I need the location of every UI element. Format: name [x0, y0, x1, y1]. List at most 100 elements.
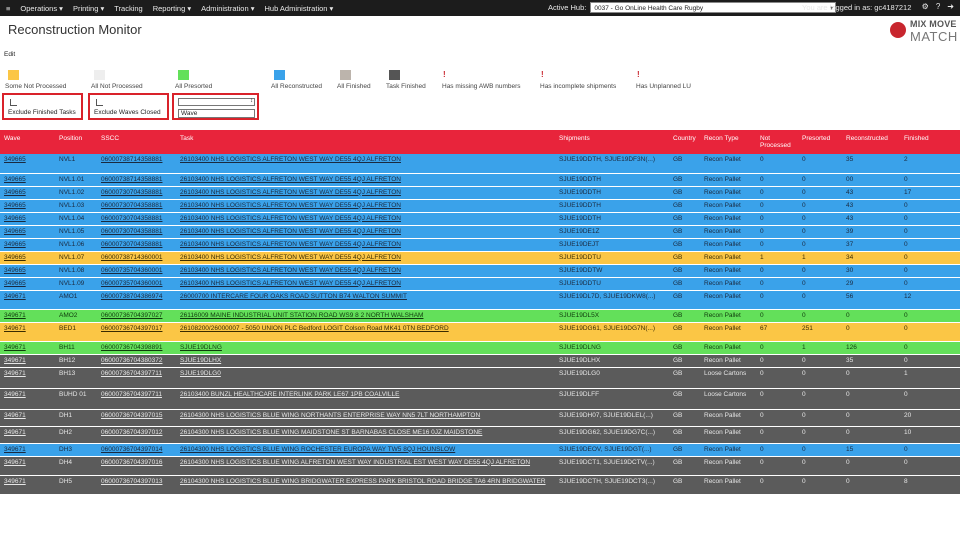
table-cell[interactable]: 06000736704397016 [97, 456, 176, 476]
table-row[interactable]: 349671 DH1 06000736704397015 26104300 NHS L… [0, 409, 960, 427]
column-header[interactable]: Presorted [798, 130, 842, 154]
table-cell[interactable]: 26108200/26000007 - 5050 UNION PLC Bedfo… [176, 322, 555, 342]
table-cell[interactable]: 26104300 NHS LOGISTICS BLUE WING ALFRETO… [176, 456, 555, 476]
exclude-finished-tasks-checkbox[interactable] [10, 99, 17, 106]
table-cell[interactable]: 349665 [0, 186, 55, 200]
table-cell[interactable]: 06000730704358881 [97, 212, 176, 226]
table-cell[interactable]: 349671 [0, 456, 55, 476]
column-header[interactable]: Shipments [555, 130, 669, 154]
table-cell[interactable]: 06000736704398891 [97, 341, 176, 355]
table-cell[interactable]: 349671 [0, 290, 55, 310]
table-cell[interactable]: 26103400 NHS LOGISTICS ALFRETON WEST WAY… [176, 186, 555, 200]
table-cell[interactable]: 06000738714358881 [97, 154, 176, 174]
table-row[interactable]: 349665 NVL1.09 06000735704360001 26103400 N… [0, 277, 960, 291]
table-cell[interactable]: 06000735704360001 [97, 277, 176, 291]
table-row[interactable]: 349665 NVL1.05 06000730704358881 26103400 N… [0, 225, 960, 239]
table-cell[interactable]: SJUE19DLHX [176, 354, 555, 368]
table-cell[interactable]: 26103400 NHS LOGISTICS ALFRETON WEST WAY… [176, 238, 555, 252]
column-header[interactable]: Task [176, 130, 555, 154]
table-row[interactable]: 349671 BED1 06000736704397017 26108200/2600… [0, 322, 960, 342]
table-cell[interactable]: 349671 [0, 354, 55, 368]
table-cell[interactable]: 06000736704397015 [97, 409, 176, 427]
table-cell[interactable]: 06000736704397014 [97, 443, 176, 457]
table-cell[interactable]: 06000730704358881 [97, 199, 176, 213]
table-cell[interactable]: 06000736704397711 [97, 367, 176, 389]
table-cell[interactable]: 349665 [0, 238, 55, 252]
table-cell[interactable]: 06000736704397017 [97, 322, 176, 342]
table-cell[interactable]: 26000700 INTERCARE FOUR OAKS ROAD SUTTON… [176, 290, 555, 310]
active-hub-select[interactable]: 0037 - Go OnLine Health Care Rugby [590, 2, 837, 14]
table-cell[interactable]: 26104300 NHS LOGISTICS BLUE WING NORTHAN… [176, 409, 555, 427]
table-cell[interactable]: 26104300 NHS LOGISTICS BLUE WING BRIDGWA… [176, 475, 555, 495]
help-icon[interactable]: ? [936, 2, 940, 11]
table-cell[interactable]: 349665 [0, 199, 55, 213]
table-row[interactable]: 349671 DH3 06000736704397014 26104300 NHS L… [0, 443, 960, 457]
table-cell[interactable]: 26103400 NHS LOGISTICS ALFRETON WEST WAY… [176, 199, 555, 213]
wave-select[interactable] [178, 98, 255, 106]
table-cell[interactable]: 06000736704397012 [97, 426, 176, 444]
table-row[interactable]: 349665 NVL1.07 06000738714360001 26103400 N… [0, 251, 960, 265]
table-row[interactable]: 349665 NVL1.03 06000730704358881 26103400 N… [0, 199, 960, 213]
table-cell[interactable]: 26104300 NHS LOGISTICS BLUE WING ROCHEST… [176, 443, 555, 457]
table-cell[interactable]: 06000730704358881 [97, 186, 176, 200]
table-cell[interactable]: 349671 [0, 409, 55, 427]
table-row[interactable]: 349665 NVL1.08 06000735704360001 26103400 N… [0, 264, 960, 278]
table-cell[interactable]: 06000738714358881 [97, 173, 176, 187]
table-cell[interactable]: 26103400 BUNZL HEALTHCARE INTERLINK PARK… [176, 388, 555, 410]
table-cell[interactable]: SJUE19DLG0 [176, 367, 555, 389]
table-row[interactable]: 349671 BUHD 01 06000736704397711 26103400 B… [0, 388, 960, 410]
table-cell[interactable]: 349665 [0, 251, 55, 265]
table-cell[interactable]: 349671 [0, 443, 55, 457]
table-cell[interactable]: 349671 [0, 309, 55, 323]
edit-link[interactable]: Edit [4, 51, 15, 58]
table-cell[interactable]: 349665 [0, 264, 55, 278]
table-cell[interactable]: 349671 [0, 388, 55, 410]
table-row[interactable]: 349671 DH4 06000736704397016 26104300 NHS L… [0, 456, 960, 476]
table-cell[interactable]: 26103400 NHS LOGISTICS ALFRETON WEST WAY… [176, 225, 555, 239]
column-header[interactable]: SSCC [97, 130, 176, 154]
menu-tracking[interactable]: Tracking [114, 4, 142, 13]
table-cell[interactable]: 349665 [0, 154, 55, 174]
table-cell[interactable]: 06000730704358881 [97, 225, 176, 239]
table-cell[interactable]: 349671 [0, 322, 55, 342]
table-cell[interactable]: 349665 [0, 225, 55, 239]
table-row[interactable]: 349665 NVL1 06000738714358881 26103400 NHS … [0, 154, 960, 174]
table-row[interactable]: 349671 DH2 06000736704397012 26104300 NHS L… [0, 426, 960, 444]
table-cell[interactable]: 06000738714360001 [97, 251, 176, 265]
table-cell[interactable]: SJUE19DLNG [176, 341, 555, 355]
exclude-waves-closed-checkbox[interactable] [96, 99, 103, 106]
table-cell[interactable]: 349665 [0, 173, 55, 187]
menu-printing[interactable]: Printing ▾ [73, 4, 104, 13]
table-cell[interactable]: 06000736704380372 [97, 354, 176, 368]
table-row[interactable]: 349671 BH13 06000736704397711 SJUE19DLG0 SJU… [0, 367, 960, 389]
column-header[interactable]: Not Processed [756, 130, 798, 154]
table-cell[interactable]: 06000736704397013 [97, 475, 176, 495]
table-row[interactable]: 349671 DH5 06000736704397013 26104300 NHS L… [0, 475, 960, 495]
table-cell[interactable]: 349671 [0, 367, 55, 389]
table-cell[interactable]: 26116009 MAINE INDUSTRIAL UNIT STATION R… [176, 309, 555, 323]
table-cell[interactable]: 349671 [0, 475, 55, 495]
wave-input[interactable]: Wave [178, 109, 255, 118]
table-cell[interactable]: 26104300 NHS LOGISTICS BLUE WING MAIDSTO… [176, 426, 555, 444]
table-cell[interactable]: 06000736704397711 [97, 388, 176, 410]
menu-hub-administration[interactable]: Hub Administration ▾ [265, 4, 334, 13]
table-row[interactable]: 349665 NVL1.02 06000730704358881 26103400 N… [0, 186, 960, 200]
column-header[interactable]: Position [55, 130, 97, 154]
table-cell[interactable]: 349671 [0, 426, 55, 444]
table-cell[interactable]: 26103400 NHS LOGISTICS ALFRETON WEST WAY… [176, 154, 555, 174]
table-row[interactable]: 349671 BH11 06000736704398891 SJUE19DLNG SJU… [0, 341, 960, 355]
table-row[interactable]: 349671 AMO1 06000738704386974 26000700 INTE… [0, 290, 960, 310]
column-header[interactable]: Wave [0, 130, 55, 154]
table-row[interactable]: 349665 NVL1.04 06000730704358881 26103400 N… [0, 212, 960, 226]
table-row[interactable]: 349665 NVL1.01 06000738714358881 26103400 N… [0, 173, 960, 187]
column-header[interactable]: Recon Type [700, 130, 756, 154]
menu-operations[interactable]: Operations ▾ [20, 4, 63, 13]
table-cell[interactable]: 06000738704386974 [97, 290, 176, 310]
column-header[interactable]: Reconstructed [842, 130, 900, 154]
table-row[interactable]: 349665 NVL1.06 06000730704358881 26103400 N… [0, 238, 960, 252]
table-cell[interactable]: 06000736704397027 [97, 309, 176, 323]
table-row[interactable]: 349671 BH12 06000736704380372 SJUE19DLHX SJU… [0, 354, 960, 368]
table-row[interactable]: 349671 AMO2 06000736704397027 26116009 MAIN… [0, 309, 960, 323]
menu-administration[interactable]: Administration ▾ [201, 4, 254, 13]
table-cell[interactable]: 349665 [0, 212, 55, 226]
